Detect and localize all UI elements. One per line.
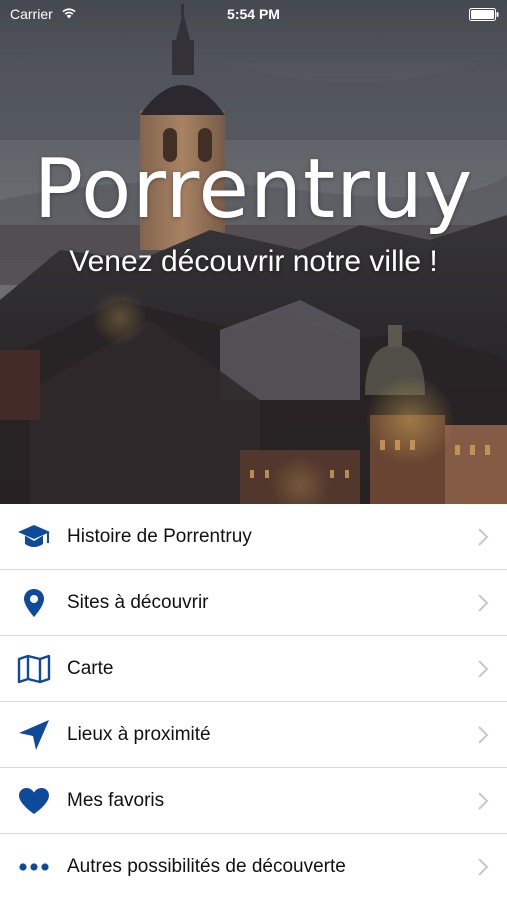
menu-item-lieux[interactable]: Lieux à proximité [0,702,507,768]
menu-item-label: Histoire de Porrentruy [67,526,252,547]
status-bar: Carrier 5:54 PM [0,0,507,28]
menu-item-label: Autres possibilités de découverte [67,856,346,877]
chevron-right-icon [478,594,489,612]
menu-item-sites[interactable]: Sites à découvrir [0,570,507,636]
map-pin-icon [16,585,52,621]
menu-item-label: Lieux à proximité [67,724,211,745]
ellipsis-icon [16,849,52,885]
menu-item-label: Carte [67,658,114,679]
app-subtitle: Venez découvrir notre ville ! [69,245,438,278]
folded-map-icon [16,651,52,687]
chevron-right-icon [478,792,489,810]
main-menu: Histoire de Porrentruy Sites à découvrir… [0,504,507,900]
battery-icon [469,8,499,21]
menu-item-carte[interactable]: Carte [0,636,507,702]
heart-icon [16,783,52,819]
menu-item-label: Mes favoris [67,790,165,811]
status-time: 5:54 PM [227,6,280,22]
app-title: Porrentruy [33,142,474,237]
chevron-right-icon [478,660,489,678]
location-arrow-icon [16,717,52,753]
graduation-cap-icon [16,519,52,555]
chevron-right-icon [478,858,489,876]
menu-item-histoire[interactable]: Histoire de Porrentruy [0,504,507,570]
chevron-right-icon [478,528,489,546]
menu-item-favoris[interactable]: Mes favoris [0,768,507,834]
menu-item-autres[interactable]: Autres possibilités de découverte [0,834,507,900]
hero-banner: Carrier 5:54 PM Porrentruy Venez découvr… [0,0,507,504]
chevron-right-icon [478,726,489,744]
menu-item-label: Sites à découvrir [67,592,209,613]
